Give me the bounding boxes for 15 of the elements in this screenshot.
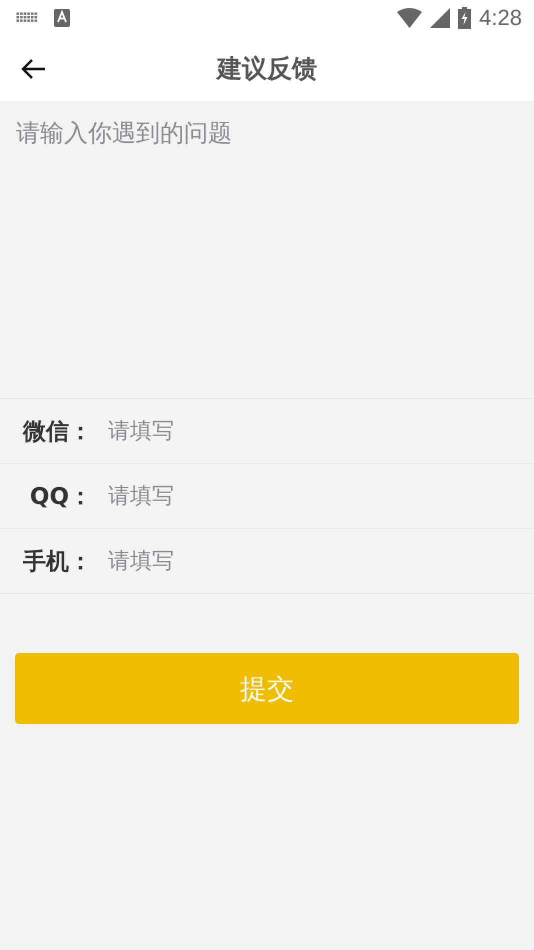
input-field[interactable]: 请填写 xyxy=(108,540,534,582)
signal-icon xyxy=(430,8,450,28)
input-field[interactable]: 请填写 xyxy=(108,476,534,516)
field-label: 微信： xyxy=(22,418,92,446)
clock-time: 4:28 xyxy=(479,5,522,31)
field-label: 手机： xyxy=(22,548,92,576)
page-title: 建议反馈 xyxy=(217,53,317,85)
wifi-icon xyxy=(397,8,422,28)
input-field[interactable]: 请填写 xyxy=(108,410,534,452)
battery-icon xyxy=(458,7,472,29)
submit-button[interactable]: 提交 xyxy=(15,653,519,724)
back-arrow-icon xyxy=(20,58,46,80)
field-label: QQ： xyxy=(28,482,92,512)
keyboard-icon xyxy=(16,12,38,24)
font-icon xyxy=(54,9,70,27)
